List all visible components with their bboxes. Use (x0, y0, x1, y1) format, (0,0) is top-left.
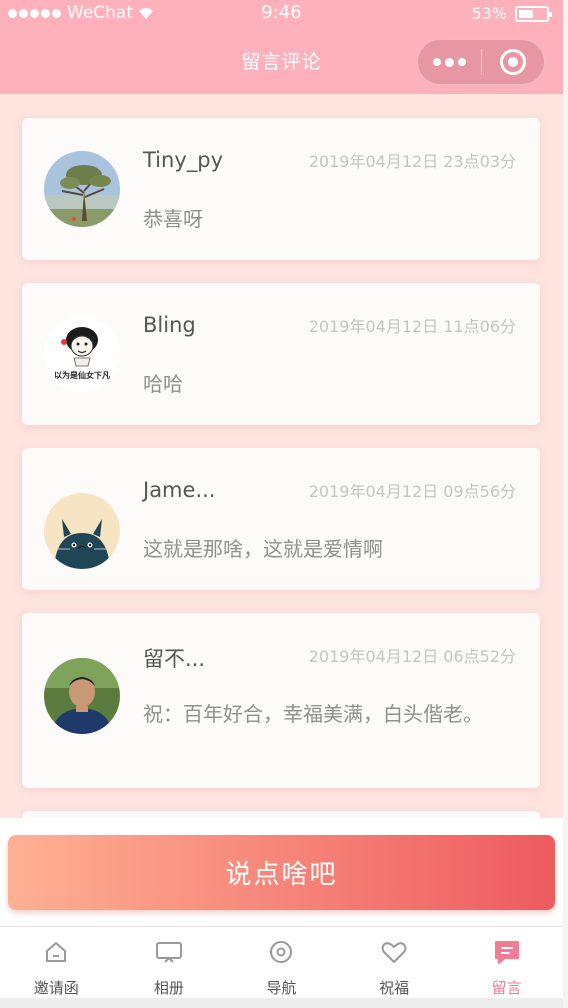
comment-message: 祝：百年好合，幸福美满，白头偕老。 (143, 702, 483, 726)
tab-label: 祝福 (379, 979, 410, 997)
status-bar: WeChat 9:46 53% (0, 0, 563, 28)
avatar-caption: 以为是仙女下凡 (54, 371, 110, 380)
tab-label: 邀请函 (33, 979, 79, 997)
mini-program-capsule (417, 39, 545, 85)
tree-photo-avatar (44, 151, 120, 227)
heart-icon (381, 942, 407, 963)
tab-bar: 邀请函 相册 导航 祝福 留言 (0, 926, 563, 1008)
location-pin-icon (270, 941, 293, 963)
meme-face-avatar: 以为是仙女下凡 (44, 316, 120, 392)
commenter-name: 留不... (143, 647, 206, 671)
comment-card: 以为是仙女下凡 Bling 2019年04月12日 11点06分 哈哈 (22, 283, 540, 425)
comment-card: Jame... 2019年04月12日 09点56分 这就是那啥，这就是爱情啊 (22, 448, 540, 590)
battery-percent: 53% (471, 4, 507, 23)
battery-icon (515, 5, 552, 22)
comment-date: 2019年04月12日 11点06分 (308, 317, 516, 336)
album-icon (155, 942, 182, 963)
person-photo-avatar (44, 658, 120, 734)
commenter-name: Jame... (143, 478, 216, 502)
tab-navigation[interactable]: 导航 (225, 927, 338, 1008)
more-options-icon[interactable] (418, 40, 481, 84)
window-edge (563, 0, 568, 1008)
comment-message: 恭喜呀 (143, 207, 203, 231)
comment-message: 哈哈 (143, 372, 183, 396)
tab-label: 导航 (266, 979, 297, 997)
comment-date: 2019年04月12日 23点03分 (308, 152, 516, 171)
leave-message-button[interactable]: 说点啥吧 (8, 835, 555, 910)
comment-message: 这就是那啥，这就是爱情啊 (143, 537, 383, 561)
home-icon (46, 942, 67, 962)
tab-blessing[interactable]: 祝福 (338, 927, 451, 1008)
comment-card: 留不... 2019年04月12日 06点52分 祝：百年好合，幸福美满，白头偕… (22, 613, 540, 788)
message-icon (494, 941, 519, 964)
commenter-name: Bling (143, 313, 196, 337)
tab-label: 留言 (491, 979, 522, 997)
comment-date: 2019年04月12日 06点52分 (308, 647, 516, 666)
tab-album[interactable]: 相册 (113, 927, 226, 1008)
commenter-name: Tiny_py (143, 148, 224, 172)
comment-card: Tiny_py 2019年04月12日 23点03分 恭喜呀 (22, 118, 540, 260)
battery: 53% (471, 4, 552, 23)
totoro-avatar (44, 493, 120, 569)
header: WeChat 9:46 53% 留言评论 (0, 0, 563, 94)
window-edge-bottom (0, 998, 563, 1008)
tab-invitation[interactable]: 邀请函 (0, 927, 113, 1008)
close-mini-program-icon[interactable] (482, 40, 544, 84)
comment-date: 2019年04月12日 09点56分 (308, 482, 516, 501)
tab-label: 相册 (153, 979, 184, 997)
tab-messages[interactable]: 留言 (450, 927, 563, 1008)
